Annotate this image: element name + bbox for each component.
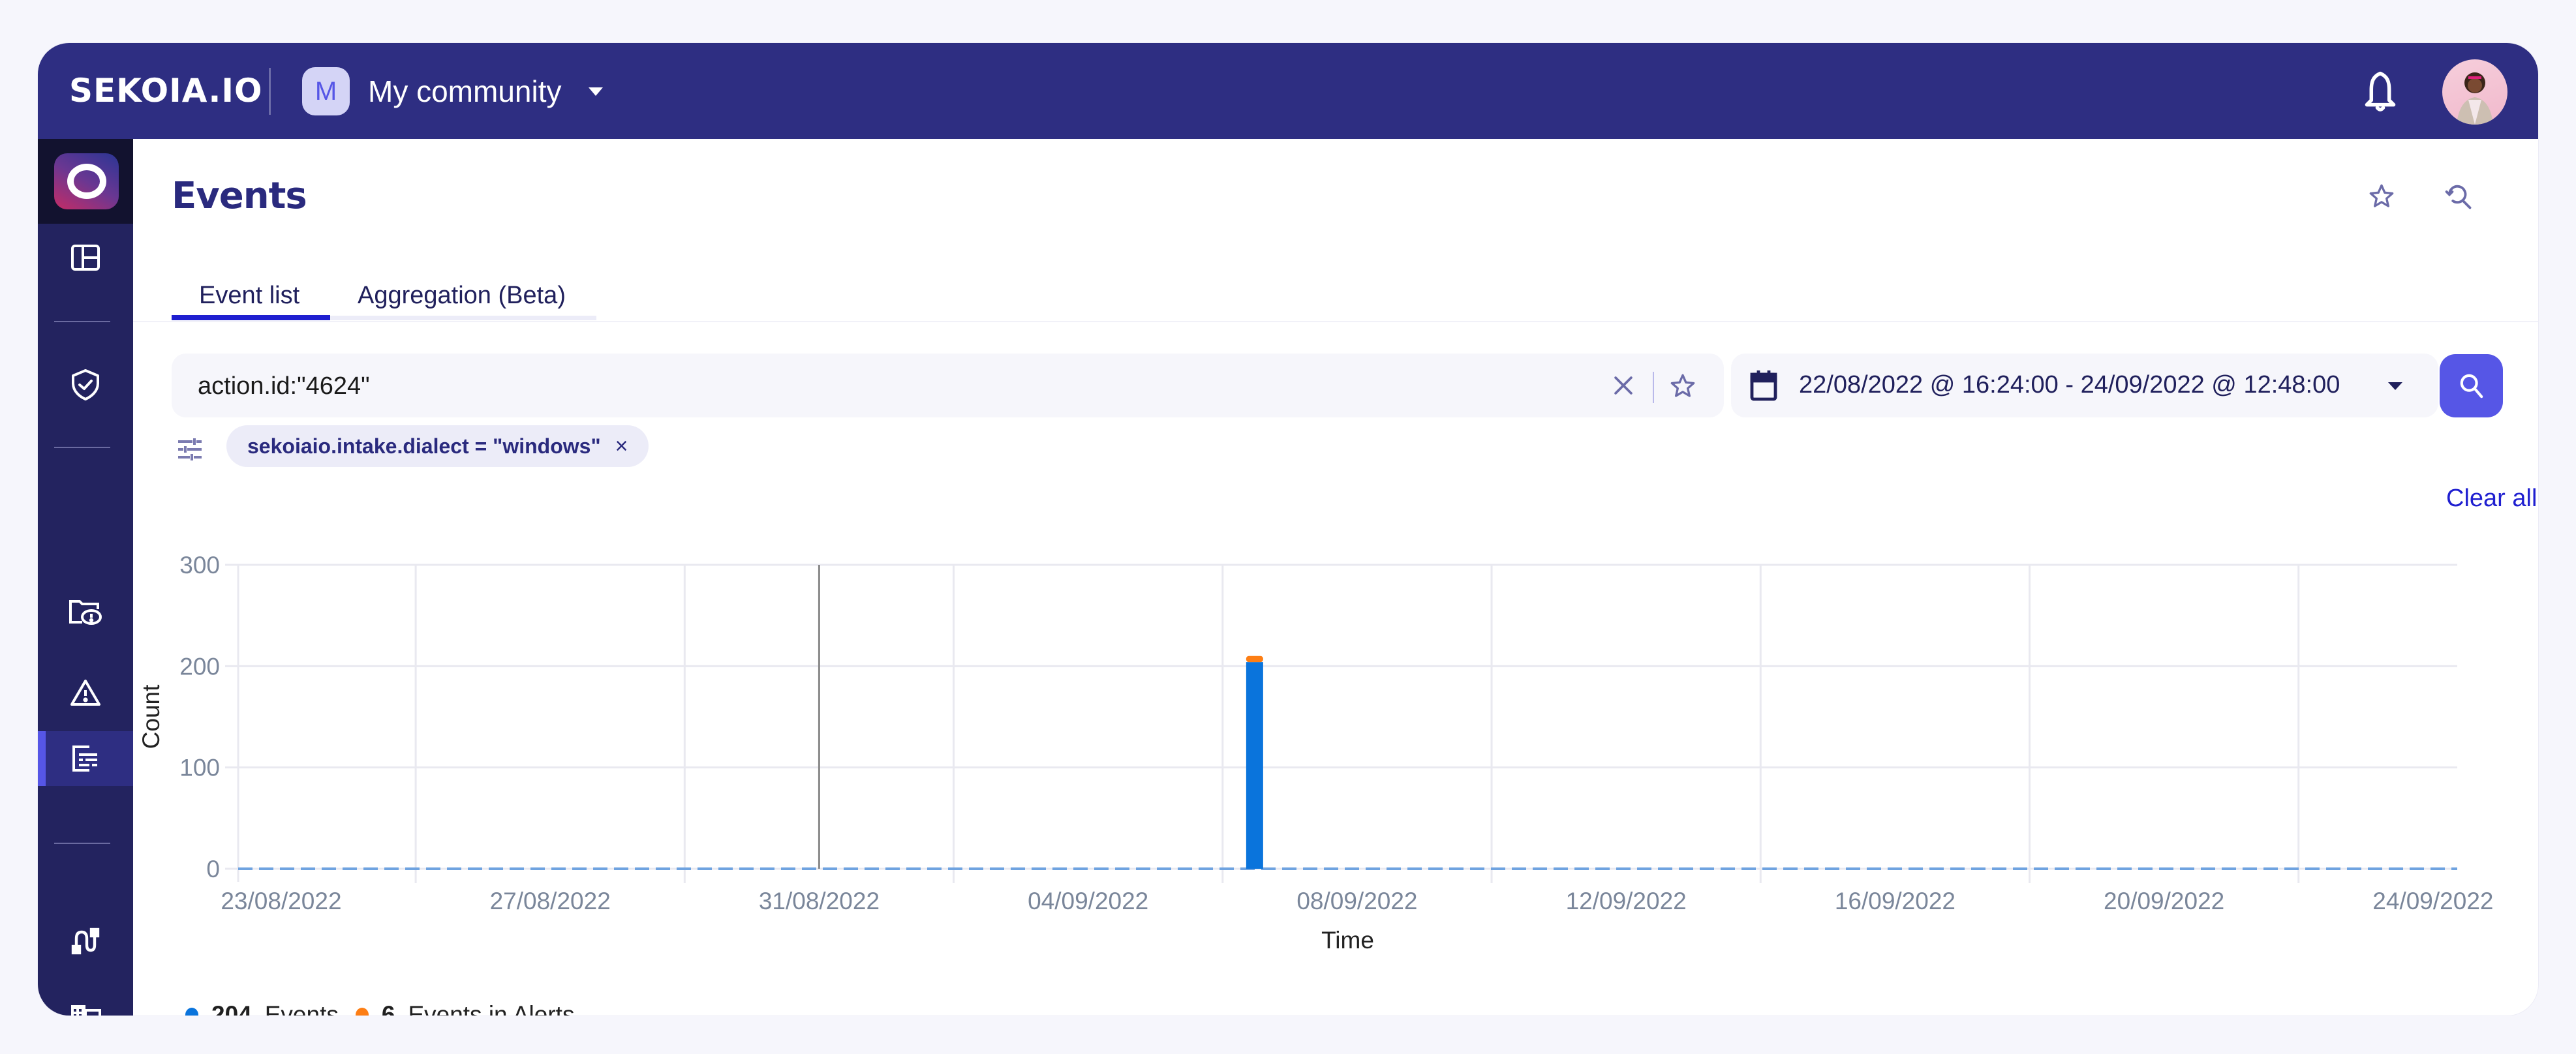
x-tick-label: 12/09/2022 [1566, 888, 1687, 914]
topbar-divider [269, 68, 271, 115]
chart-legend: 204 Events 6 Events in Alerts [185, 1001, 591, 1016]
x-tick-label: 16/09/2022 [1835, 888, 1955, 914]
events-count: 204 [211, 1001, 252, 1016]
sidebar-item-alerts[interactable] [38, 665, 133, 720]
app-logo[interactable] [54, 153, 119, 209]
y-axis-label: Count [138, 684, 164, 749]
sidebar [38, 139, 133, 1016]
sidebar-item-dashboard[interactable] [38, 230, 133, 285]
x-tick-label: 08/09/2022 [1296, 888, 1417, 914]
community-switcher[interactable]: M My community [302, 67, 604, 115]
y-tick-label: 200 [179, 653, 220, 680]
user-photo-icon [2457, 72, 2493, 125]
warning-triangle-icon [70, 680, 100, 706]
x-tick-label: 20/09/2022 [2104, 888, 2224, 914]
events-legend-label[interactable]: Events [265, 1001, 339, 1016]
y-tick-label: 100 [179, 755, 220, 781]
community-name: My community [368, 74, 562, 108]
alerts-legend-label[interactable]: Events in Alerts [408, 1001, 574, 1016]
x-axis-label: Time [1321, 927, 1374, 954]
top-navigation-bar: SEKOIA.IO M My community [38, 43, 2538, 139]
sidebar-item-intelligence[interactable] [38, 357, 133, 412]
bars [1246, 655, 1263, 869]
main-content: Events Event list Aggregation (Beta) 22/… [133, 139, 2538, 1016]
events-list-icon [72, 745, 97, 772]
x-axis-ticks: 23/08/2022 27/08/2022 31/08/2022 04/09/2022… [221, 888, 2493, 914]
y-axis-ticks: 0 100 200 300 [179, 552, 220, 882]
chevron-down-icon [589, 87, 604, 96]
layout-icon [71, 245, 100, 271]
sidebar-separator [54, 321, 110, 322]
shield-check-icon [72, 369, 99, 400]
sidebar-item-intakes[interactable] [38, 914, 133, 969]
sidebar-separator [54, 843, 110, 844]
events-histogram-chart: 0 100 200 300 23/08/2022 27/08/2022 31/08/202… [138, 552, 2493, 954]
logo-ring-icon [67, 164, 106, 199]
x-tick-label: 27/08/2022 [490, 888, 611, 914]
sidebar-item-assets[interactable] [38, 996, 133, 1016]
community-avatar: M [302, 67, 350, 115]
alerts-count: 6 [381, 1001, 395, 1016]
x-tick-label: 31/08/2022 [759, 888, 880, 914]
x-tick-label: 23/08/2022 [221, 888, 341, 914]
building-icon [71, 1005, 101, 1016]
plug-icon [71, 927, 100, 955]
sidebar-separator [54, 447, 110, 448]
alerts-legend-dot [355, 1008, 369, 1016]
y-tick-label: 300 [179, 552, 220, 579]
folder-alert-icon [69, 600, 102, 625]
events-legend-dot [185, 1008, 198, 1016]
sidebar-logo-area [38, 139, 133, 224]
sidebar-item-events[interactable] [38, 731, 133, 786]
horizontal-gridlines [225, 564, 2457, 870]
notifications-button[interactable] [2354, 65, 2406, 117]
user-avatar[interactable] [2442, 59, 2507, 125]
sidebar-item-cases[interactable] [38, 584, 133, 639]
vertical-gridlines [237, 565, 2300, 883]
brand-logo[interactable]: SEKOIA.IO [69, 72, 263, 110]
x-tick-label: 24/09/2022 [2372, 888, 2493, 914]
y-tick-label: 0 [206, 856, 220, 882]
bar-events [1246, 662, 1263, 869]
bar-events-in-alerts [1246, 655, 1263, 663]
x-tick-label: 04/09/2022 [1028, 888, 1148, 914]
bell-icon [2365, 71, 2396, 112]
app-window: SEKOIA.IO M My community Events Event li… [38, 43, 2538, 1016]
